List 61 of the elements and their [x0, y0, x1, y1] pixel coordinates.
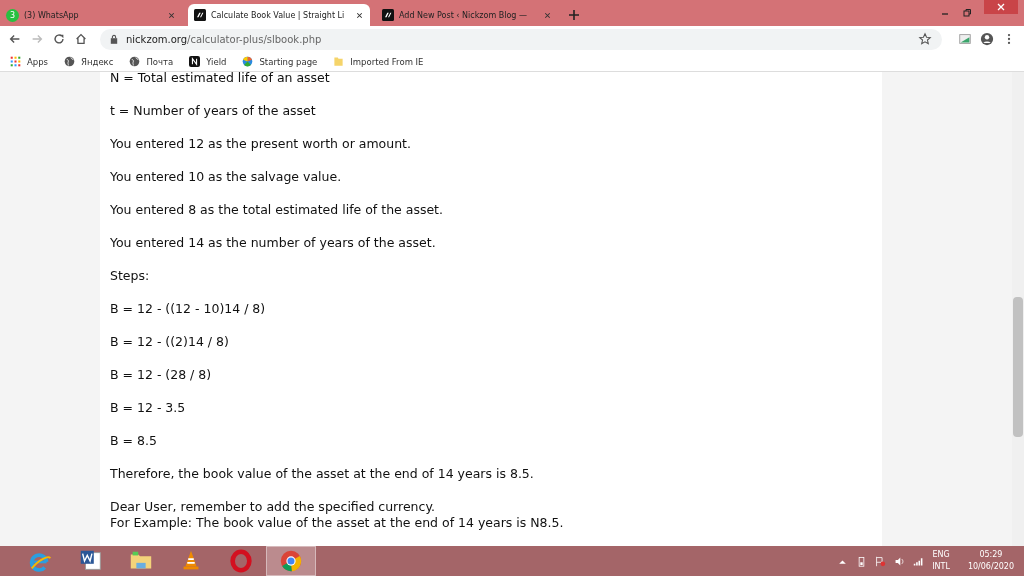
- apps-icon: [10, 56, 21, 67]
- address-bar[interactable]: nickzom.org/calculator-plus/slbook.php: [100, 28, 942, 50]
- folder-icon: [333, 56, 345, 67]
- star-icon[interactable]: [918, 32, 932, 46]
- speaker-icon[interactable]: [894, 555, 906, 567]
- bookmark[interactable]: Starting page: [242, 56, 318, 67]
- bookmark[interactable]: Yield: [189, 56, 227, 67]
- close-icon: [355, 10, 364, 20]
- signal-icon[interactable]: [913, 555, 925, 567]
- paragraph: B = 12 - (28 / 8): [110, 367, 213, 383]
- account-icon[interactable]: [980, 32, 994, 46]
- paragraph: You entered 12 as the present worth or amount.: [110, 136, 412, 152]
- paragraph: You entered 10 as the salvage value.: [110, 169, 343, 185]
- reload-icon[interactable]: [52, 32, 66, 46]
- close-button[interactable]: [984, 0, 1018, 14]
- scroll-thumb[interactable]: [1013, 297, 1023, 437]
- extension-icon[interactable]: [958, 32, 972, 46]
- globe-icon: [64, 56, 76, 67]
- close-icon: [543, 10, 552, 20]
- paragraph: B = 12 - ((12 - 10)14 / 8): [110, 301, 267, 317]
- restore-icon[interactable]: [962, 8, 972, 18]
- chrome-icon: [278, 548, 304, 574]
- tab-title: Calculate Book Value | Straight Li: [211, 10, 346, 20]
- paragraph: t = Number of years of the asset: [110, 103, 317, 119]
- paragraph: B = 8.5: [110, 433, 158, 449]
- paragraph: N = Total estimated life of an asset: [110, 72, 331, 86]
- battery-icon[interactable]: [856, 555, 868, 567]
- bookmark[interactable]: Яндекс: [64, 56, 114, 67]
- paragraph: Therefore, the book value of the asset at the end of 14 years is 8.5.: [110, 466, 535, 482]
- whatsapp-badge: 3: [6, 8, 19, 22]
- paragraph: You entered 14 as the number of years of the asset.: [110, 235, 437, 251]
- site-logo-icon: [382, 9, 394, 21]
- colorful-ball-icon: [242, 56, 254, 67]
- home-icon[interactable]: [74, 32, 88, 46]
- bookmark[interactable]: Почта: [129, 56, 174, 67]
- flag-icon[interactable]: [875, 555, 887, 567]
- paragraph: B = 12 - ((2)14 / 8): [110, 334, 230, 350]
- letter-logo-icon: [189, 56, 201, 67]
- tab-title: Add New Post ‹ Nickzom Blog —: [399, 10, 528, 20]
- close-icon: [996, 2, 1006, 12]
- bookmark[interactable]: Apps: [10, 56, 49, 67]
- lock-icon: [110, 34, 118, 44]
- site-logo-icon: [194, 9, 206, 21]
- close-icon: [167, 10, 176, 20]
- paragraph: Steps:: [110, 268, 151, 284]
- browser-tab[interactable]: Calculate Book Value | Straight Li: [188, 4, 370, 26]
- bookmark[interactable]: Imported From IE: [333, 56, 424, 67]
- language-indicator[interactable]: ENG INTL: [932, 549, 950, 573]
- paragraph: You entered 8 as the total estimated life of the asset.: [110, 202, 444, 218]
- new-tab-icon[interactable]: [568, 9, 580, 21]
- paragraph: B = 12 - 3.5: [110, 400, 187, 416]
- back-icon[interactable]: [8, 32, 22, 46]
- ring-o-icon: [228, 548, 254, 574]
- globe-icon: [129, 56, 141, 67]
- browser-tab[interactable]: 3 (3) WhatsApp: [0, 4, 182, 26]
- tab-title: (3) WhatsApp: [24, 10, 80, 20]
- clock[interactable]: 05:29 10/06/2020: [967, 549, 1014, 573]
- browser-tab[interactable]: Add New Post ‹ Nickzom Blog —: [376, 4, 558, 26]
- paragraph: Dear User, remember to add the specified currency. For Example: The book value of the asset at the end of 14 years is N8.5.: [110, 499, 565, 531]
- scrollbar[interactable]: [1012, 72, 1024, 546]
- url-text: nickzom.org/calculator-plus/slbook.php: [126, 33, 322, 45]
